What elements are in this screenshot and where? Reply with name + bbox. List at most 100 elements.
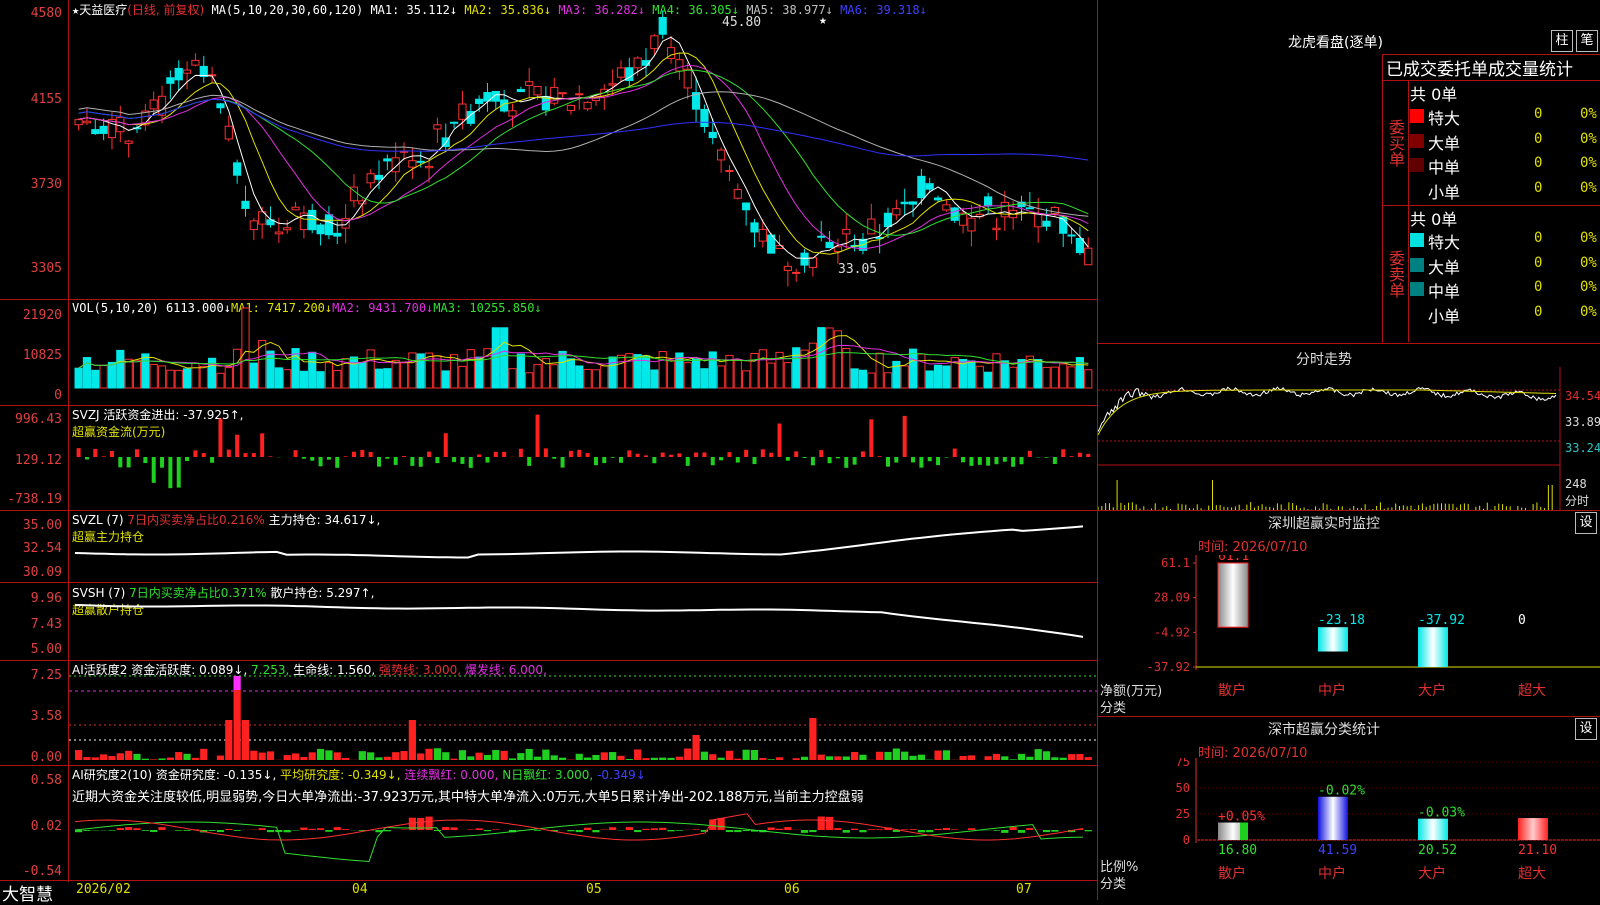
- monitor-settings-button[interactable]: 设: [1575, 512, 1597, 534]
- intraday-chart[interactable]: [1098, 367, 1600, 510]
- ai-bar: [943, 750, 950, 760]
- monitor-category: 超大: [1518, 683, 1546, 699]
- high-price-label: 45.80: [722, 15, 761, 30]
- sell-total: 共 0单: [1410, 206, 1457, 230]
- svzj-bar: [127, 457, 131, 467]
- research-bar: [659, 828, 666, 830]
- svzj-bar: [894, 457, 898, 463]
- volume-bar: [884, 373, 891, 388]
- stats-value: 20.52: [1418, 843, 1457, 858]
- ai-bar: [300, 757, 307, 760]
- volume-bar: [826, 328, 833, 388]
- main-chart-area[interactable]: 4580 4155 3730 3305 21920 10825 0 996.43…: [0, 0, 1098, 900]
- ai-bar: [592, 755, 599, 760]
- volume-bar: [609, 357, 616, 388]
- volume-bar: [125, 359, 132, 388]
- candle: [117, 117, 124, 131]
- svzj-bar: [536, 415, 540, 457]
- bar-mode-button[interactable]: 柱: [1551, 30, 1573, 52]
- volume-bar: [267, 351, 274, 388]
- stats-chart[interactable]: 7550250+0.05%16.80散户-0.02%41.59中户-0.03%2…: [1098, 758, 1600, 900]
- volume-bar: [968, 361, 975, 388]
- research-bar: [150, 830, 157, 832]
- svzj-bar: [360, 450, 364, 457]
- research-bar: [718, 818, 725, 830]
- ai-bar: [818, 755, 825, 760]
- ai-bar: [459, 750, 466, 760]
- volume-bar: [350, 357, 357, 388]
- candle: [718, 150, 725, 160]
- svsh-ytick-2: 7.43: [0, 617, 62, 632]
- volume-bar: [1051, 367, 1058, 388]
- left-panels-svg[interactable]: ★: [69, 0, 1097, 880]
- kline-ytick-2: 4155: [0, 92, 62, 107]
- svzj-bar: [335, 457, 339, 468]
- monitor-ytick: -4.92: [1154, 625, 1190, 639]
- order-count: 0: [1534, 106, 1542, 122]
- svzj-bar: [1011, 457, 1015, 467]
- ai-bar: [1018, 754, 1025, 760]
- ai-bar: [450, 759, 457, 760]
- svzj-bar: [302, 457, 306, 459]
- order-count: 0: [1534, 155, 1542, 171]
- ai-bar: [359, 751, 366, 760]
- order-percent: 0%: [1580, 255, 1597, 271]
- svzj-bar: [143, 457, 147, 463]
- volume-bar: [1001, 361, 1008, 388]
- vol-ytick-1: 21920: [0, 308, 62, 323]
- volume-bar: [225, 368, 232, 388]
- svzj-bar: [519, 449, 523, 457]
- kline-ytick-3: 3730: [0, 177, 62, 192]
- ma-line: [79, 37, 1089, 258]
- svzj-bar: [135, 449, 139, 457]
- research-bar: [826, 817, 833, 830]
- ai-bar: [234, 690, 241, 760]
- stats-bar: [1318, 797, 1348, 840]
- candle: [292, 207, 299, 210]
- volume-bar: [242, 308, 249, 388]
- volume-bar: [183, 369, 190, 388]
- svzj-bar: [786, 457, 790, 461]
- svzj-bar: [769, 453, 773, 457]
- research-bar: [284, 830, 291, 832]
- monitor-chart[interactable]: 61.128.09-4.92-37.9261.1散户-23.18中户-37.92…: [1098, 555, 1600, 715]
- ai-bar: [884, 752, 891, 760]
- order-swatch: [1410, 158, 1424, 172]
- svzj-bar: [694, 453, 698, 457]
- svzj-bar: [410, 457, 414, 466]
- order-percent: 0%: [1580, 304, 1597, 320]
- research-bar: [1026, 828, 1033, 830]
- svzj-bar: [419, 457, 423, 467]
- svzj-bar: [627, 450, 631, 457]
- research-bar: [901, 829, 908, 830]
- volume-bar: [1043, 367, 1050, 388]
- candle: [609, 84, 616, 85]
- monitor-category: 中户: [1318, 682, 1346, 699]
- research-bar: [317, 828, 324, 830]
- svzj-bar: [352, 452, 356, 457]
- candle: [250, 221, 257, 230]
- order-swatch: [1410, 134, 1424, 148]
- svzj-bar: [869, 419, 873, 457]
- research-bar: [601, 829, 608, 830]
- research-bar: [876, 829, 883, 830]
- ai-bar: [75, 750, 82, 760]
- candle: [476, 99, 483, 103]
- research-bar: [743, 830, 750, 831]
- volume-bar: [768, 363, 775, 388]
- research-bar: [300, 828, 307, 830]
- volume-bar: [409, 353, 416, 388]
- stats-settings-button[interactable]: 设: [1575, 718, 1597, 740]
- ai-bar: [526, 749, 533, 760]
- ai-bar: [1035, 749, 1042, 760]
- svzj-bar: [911, 457, 915, 462]
- svzj-bar: [752, 457, 756, 464]
- ai-bar: [367, 752, 374, 760]
- volume-bar: [425, 353, 432, 388]
- svzj-bar: [444, 433, 448, 457]
- monitor-ytick: 28.09: [1154, 591, 1190, 605]
- candle: [175, 68, 182, 79]
- ai-bar: [993, 754, 1000, 760]
- tick-mode-button[interactable]: 笔: [1576, 30, 1598, 52]
- stats-ytick: 50: [1176, 781, 1190, 795]
